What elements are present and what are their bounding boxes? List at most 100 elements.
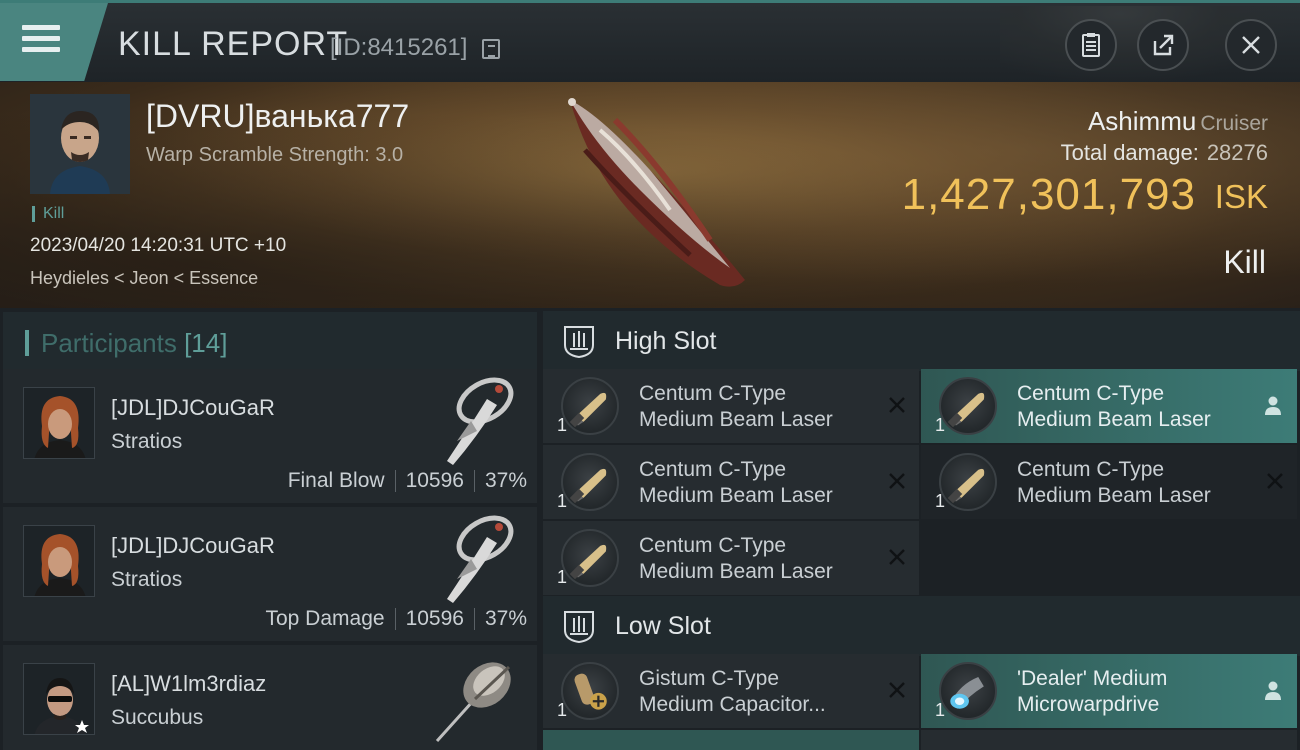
close-button[interactable] xyxy=(1225,19,1277,71)
beam-laser-icon xyxy=(561,529,619,587)
participant-name: [JDL]DJCouGaR xyxy=(111,533,275,558)
module-name-line1: Centum C-Type xyxy=(1017,382,1165,405)
destroyed-x-icon xyxy=(1267,473,1283,489)
participants-title: Participants [14] xyxy=(41,328,227,359)
victim-name[interactable]: [DVRU]ванька777 xyxy=(146,98,409,135)
divider xyxy=(394,608,396,630)
warp-scramble-strength: Warp Scramble Strength: 3.0 xyxy=(146,144,404,166)
kill-location: Heydieles < Jeon < Essence xyxy=(30,268,259,288)
module-name-line1: 'Dealer' Medium xyxy=(1017,667,1168,690)
module-item[interactable]: 1 Centum C-Type Medium Beam Laser xyxy=(921,445,1297,519)
high-slot-header: High Slot xyxy=(543,311,1300,371)
character-portrait-icon xyxy=(24,526,94,596)
section-marker xyxy=(25,330,29,356)
module-name-line2: Medium Beam Laser xyxy=(639,484,833,507)
module-name-line1: Centum C-Type xyxy=(639,382,787,405)
header-bar: KILL REPORT [ID:8415261] xyxy=(0,0,1300,85)
character-portrait-icon xyxy=(24,664,94,734)
microwarpdrive-icon xyxy=(939,662,997,720)
module-name-line1: Gistum C-Type xyxy=(639,667,780,690)
high-slot-icon xyxy=(564,326,594,359)
destroyed-x-icon xyxy=(889,473,905,489)
kill-type: Kill xyxy=(1223,244,1266,280)
divider xyxy=(473,470,475,492)
participants-panel: Participants [14] [JDL]DJCouGaR Stratios… xyxy=(0,308,540,750)
participant-stats: Top Damage 10596 37% xyxy=(265,607,527,631)
low-slot-icon xyxy=(564,611,594,644)
module-name: Centum C-Type Medium Beam Laser xyxy=(639,533,833,585)
participant-row[interactable]: [JDL]DJCouGaR Stratios Top Damage 10596 … xyxy=(3,507,537,641)
character-portrait-icon xyxy=(30,94,130,194)
participant-ship-image[interactable] xyxy=(427,509,523,605)
beam-laser-icon xyxy=(561,453,619,511)
participant-percent: 37% xyxy=(484,607,527,630)
participant-percent: 37% xyxy=(484,469,527,492)
destroyed-x-icon xyxy=(889,682,905,698)
kill-datetime: 2023/04/20 14:20:31 UTC +10 xyxy=(30,235,287,256)
module-name: Centum C-Type Medium Beam Laser xyxy=(639,381,833,433)
module-item[interactable]: 1 'Dealer' Medium Microwarpdrive xyxy=(921,654,1297,728)
ship-type: Ashimmu xyxy=(1087,106,1197,136)
participant-stats: Final Blow 10596 37% xyxy=(288,469,527,493)
victim-portrait[interactable] xyxy=(30,94,130,194)
module-item-partial[interactable] xyxy=(921,730,1297,750)
share-icon xyxy=(1153,34,1174,56)
module-name: Centum C-Type Medium Beam Laser xyxy=(1017,457,1211,509)
ship-name[interactable]: Ashimmu Cruiser xyxy=(1088,106,1268,137)
participant-row[interactable]: [AL]W1lm3rdiaz Succubus xyxy=(3,645,537,750)
participant-damage: 10596 xyxy=(405,469,464,492)
module-item-partial[interactable] xyxy=(543,730,919,750)
low-slot-header: Low Slot xyxy=(543,596,1300,656)
module-name-line1: Centum C-Type xyxy=(639,534,787,557)
total-damage-label: Total damage: xyxy=(1060,140,1199,165)
page-title: KILL REPORT xyxy=(118,25,349,63)
share-button[interactable] xyxy=(1137,19,1189,71)
module-name-line1: Centum C-Type xyxy=(1017,458,1165,481)
kill-tag: Kill xyxy=(32,206,64,222)
clipboard-icon xyxy=(1082,33,1100,57)
victim-ship-image[interactable] xyxy=(540,90,770,300)
module-item[interactable]: 1 Centum C-Type Medium Beam Laser xyxy=(543,445,919,519)
module-item[interactable]: 1 Centum C-Type Medium Beam Laser xyxy=(543,369,919,443)
module-name: Centum C-Type Medium Beam Laser xyxy=(1017,381,1211,433)
module-item[interactable]: 1 Centum C-Type Medium Beam Laser xyxy=(543,521,919,595)
module-name-line1: Centum C-Type xyxy=(639,458,787,481)
participants-count: [14] xyxy=(184,328,228,358)
participants-header: Participants [14] xyxy=(3,312,537,370)
participant-ship: Stratios xyxy=(111,568,183,591)
module-name-line2: Medium Capacitor... xyxy=(639,693,826,716)
fittings-panel: High Slot 1 Centum C-Type Medium Beam La… xyxy=(540,308,1300,750)
module-name: 'Dealer' Medium Microwarpdrive xyxy=(1017,666,1167,718)
beam-laser-icon xyxy=(939,453,997,511)
ship-class: Cruiser xyxy=(1200,112,1268,135)
module-name: Centum C-Type Medium Beam Laser xyxy=(639,457,833,509)
isk-value: 1,427,301,793 xyxy=(901,170,1196,219)
module-quantity: 1 xyxy=(557,700,568,720)
destroyed-x-icon xyxy=(889,397,905,413)
capacitor-power-relay-icon xyxy=(561,662,619,720)
module-item[interactable]: 1 Gistum C-Type Medium Capacitor... xyxy=(543,654,919,728)
isk-unit: ISK xyxy=(1214,178,1268,215)
participant-row[interactable]: [JDL]DJCouGaR Stratios Final Blow 10596 … xyxy=(3,369,537,503)
module-name-line2: Medium Beam Laser xyxy=(1017,484,1211,507)
report-button[interactable] xyxy=(1065,19,1117,71)
participant-ship-image[interactable] xyxy=(427,371,523,467)
module-name: Gistum C-Type Medium Capacitor... xyxy=(639,666,826,718)
copy-icon[interactable] xyxy=(482,39,500,59)
module-name-line2: Medium Beam Laser xyxy=(639,560,833,583)
module-quantity: 1 xyxy=(935,700,946,720)
module-quantity: 1 xyxy=(935,491,946,511)
participant-portrait[interactable] xyxy=(23,525,95,597)
module-name-line2: Medium Beam Laser xyxy=(639,408,833,431)
hamburger-icon[interactable] xyxy=(22,25,60,55)
participants-label: Participants xyxy=(41,328,177,358)
participant-ship-image[interactable] xyxy=(427,647,523,743)
beam-laser-icon xyxy=(561,377,619,435)
dropped-person-icon xyxy=(1265,396,1281,415)
participant-portrait[interactable] xyxy=(23,663,95,735)
participant-portrait[interactable] xyxy=(23,387,95,459)
participant-name: [AL]W1lm3rdiaz xyxy=(111,671,267,696)
module-item[interactable]: 1 Centum C-Type Medium Beam Laser xyxy=(921,369,1297,443)
total-damage: Total damage: 28276 xyxy=(1061,140,1268,166)
dropped-person-icon xyxy=(1265,681,1281,700)
